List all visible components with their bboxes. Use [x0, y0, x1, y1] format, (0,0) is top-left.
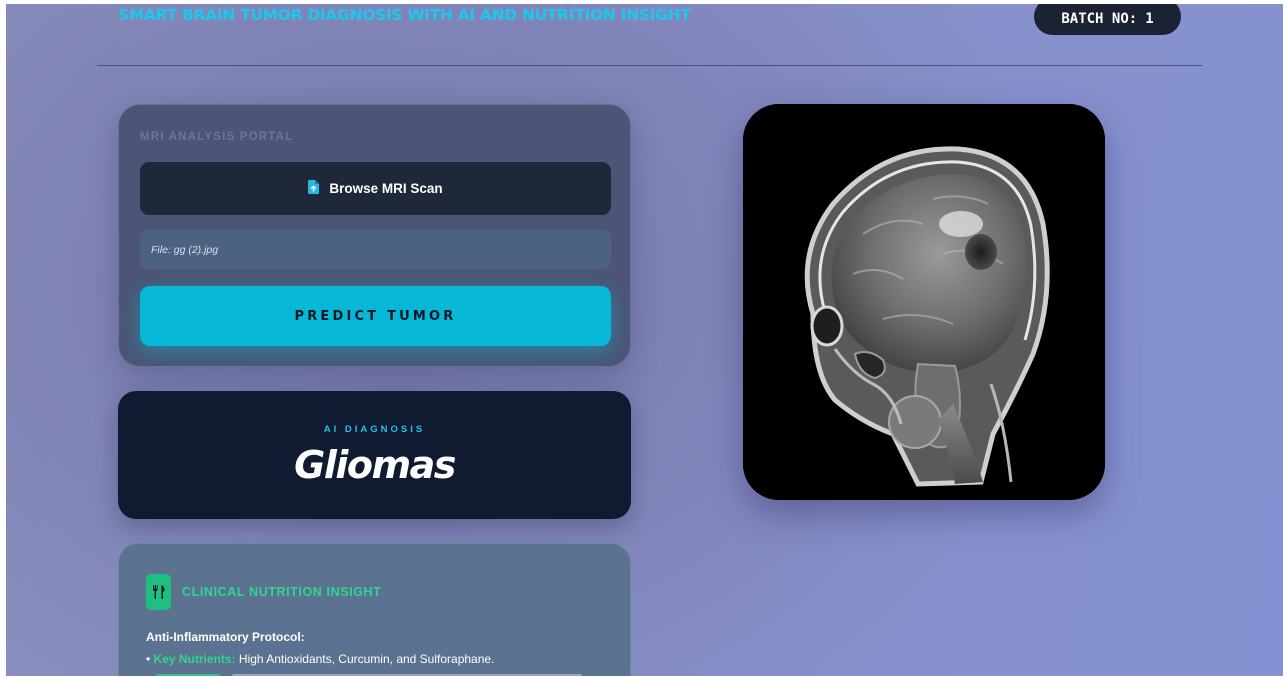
- batch-number: 1: [1145, 11, 1154, 27]
- mri-image: [743, 104, 1105, 500]
- app-window: SMART BRAIN TUMOR DIAGNOSIS WITH AI AND …: [6, 4, 1283, 676]
- mri-scan-preview: [743, 104, 1105, 500]
- mri-analysis-portal: MRI ANALYSIS PORTAL Browse MRI Scan File…: [118, 104, 631, 367]
- browse-mri-label: Browse MRI Scan: [329, 181, 443, 196]
- diagnosis-result: Gliomas: [294, 443, 456, 487]
- batch-badge: BATCH NO: 1: [1034, 4, 1181, 35]
- cutoff-label-fragment: [156, 674, 220, 676]
- protocol-title: Anti-Inflammatory Protocol:: [146, 630, 305, 644]
- app-title: SMART BRAIN TUMOR DIAGNOSIS WITH AI AND …: [118, 6, 691, 24]
- portal-label: MRI ANALYSIS PORTAL: [140, 131, 294, 143]
- fork-knife-icon: [146, 574, 171, 610]
- bullet: •: [146, 652, 151, 666]
- key-nutrients-text: High Antioxidants, Curcumin, and Sulfora…: [238, 652, 495, 666]
- file-upload-icon: [308, 180, 320, 197]
- browse-mri-button[interactable]: Browse MRI Scan: [140, 162, 611, 215]
- ai-diagnosis-card: AI DIAGNOSIS Gliomas: [118, 391, 631, 519]
- nutrition-insight-card: CLINICAL NUTRITION INSIGHT Anti-Inflamma…: [118, 543, 631, 676]
- batch-label: BATCH NO:: [1061, 11, 1138, 27]
- nutrition-title: CLINICAL NUTRITION INSIGHT: [182, 585, 382, 599]
- predict-tumor-button[interactable]: PREDICT TUMOR: [140, 286, 611, 346]
- key-nutrients-label: Key Nutrients:: [153, 652, 236, 666]
- key-nutrients-line: • Key Nutrients: High Antioxidants, Curc…: [146, 652, 494, 666]
- nutrition-cutoff-line: [146, 674, 606, 676]
- cutoff-text-fragment: [232, 674, 582, 676]
- diagnosis-label: AI DIAGNOSIS: [323, 424, 426, 435]
- file-status: File: gg (2).jpg: [140, 230, 611, 269]
- header-divider: [97, 65, 1202, 66]
